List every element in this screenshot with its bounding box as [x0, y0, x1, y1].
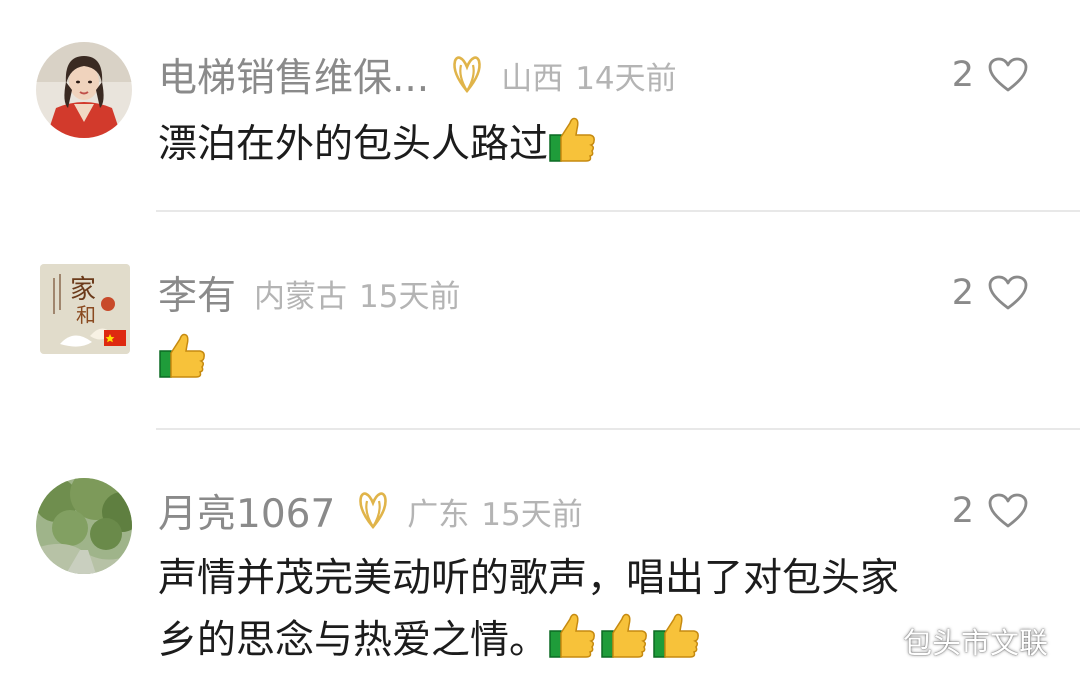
comment-header: 李有 内蒙古 15天前: [158, 265, 461, 321]
username[interactable]: 李有: [158, 265, 236, 321]
svg-text:家: 家: [70, 275, 96, 305]
heart-icon[interactable]: [988, 493, 1028, 529]
timestamp: 15天前: [359, 278, 461, 315]
comment-header: 月亮1067 广东 15天前: [158, 483, 583, 539]
watermark-text: 包头市文联: [902, 626, 1048, 660]
heart-icon[interactable]: [988, 275, 1028, 311]
comment-text: 漂泊在外的包头人路过: [158, 114, 1038, 176]
like-count: 2: [951, 55, 974, 95]
like-button[interactable]: 2: [952, 268, 1028, 318]
like-count: 2: [951, 491, 974, 531]
thumbs-up-icon: [158, 331, 206, 379]
timestamp: 15天前: [481, 496, 583, 533]
timestamp: 14天前: [575, 60, 677, 97]
comment-text-line: 声情并茂完美动听的歌声，唱出了对包头家: [158, 556, 900, 601]
username[interactable]: 电梯销售维保...: [158, 47, 429, 103]
like-button[interactable]: 2: [952, 486, 1028, 536]
thumbs-up-icon: [548, 611, 596, 659]
avatar[interactable]: [36, 42, 132, 138]
badge-icon: [445, 55, 489, 95]
svg-text:和: 和: [76, 303, 96, 327]
heart-icon[interactable]: [988, 57, 1028, 93]
badge-icon: [351, 491, 395, 531]
comment-text-content: 漂泊在外的包头人路过: [158, 122, 549, 167]
comment-header: 电梯销售维保... 山西 14天前: [158, 47, 677, 103]
thumbs-up-icon: [600, 611, 648, 659]
thumbs-up-icon: [652, 611, 700, 659]
watermark: 包头市文联: [853, 620, 1048, 662]
like-button[interactable]: 2: [952, 50, 1028, 100]
avatar[interactable]: 家 和: [40, 264, 130, 354]
location: 山西: [501, 60, 564, 97]
username[interactable]: 月亮1067: [158, 483, 335, 539]
comment-text-content: 乡的思念与热爱之情。: [158, 618, 549, 663]
location: 内蒙古: [254, 278, 348, 315]
comment-text: [158, 330, 1038, 392]
location: 广东: [407, 496, 470, 533]
wechat-icon: [853, 624, 893, 658]
divider: [156, 428, 1080, 430]
like-count: 2: [951, 273, 974, 313]
avatar[interactable]: [36, 478, 132, 574]
thumbs-up-icon: [548, 115, 596, 163]
divider: [156, 210, 1080, 212]
